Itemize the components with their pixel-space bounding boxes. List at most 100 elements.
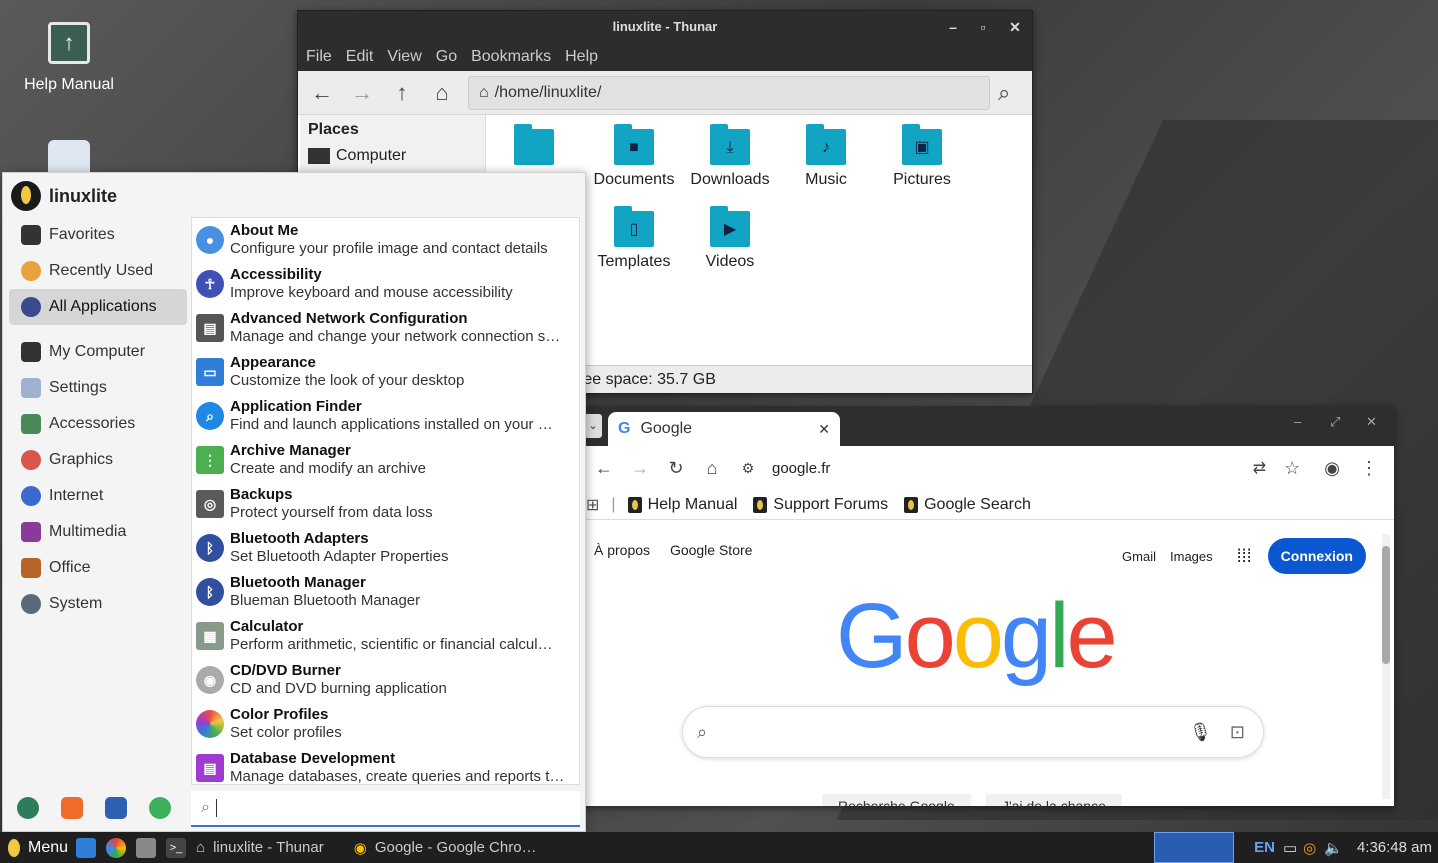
bookmark-support-forums[interactable]: Support Forums <box>753 496 888 514</box>
menu-help[interactable]: Help <box>565 48 598 66</box>
menu-search-input[interactable]: ⌕ <box>191 791 580 827</box>
link-images[interactable]: Images <box>1170 549 1213 564</box>
menu-button[interactable]: Menu <box>0 838 68 857</box>
app-application-finder[interactable]: ⌕ Application Finder Find and launch appli… <box>192 394 579 438</box>
display-icon[interactable]: ▭ <box>1283 839 1297 857</box>
maximize-icon[interactable]: ▫ <box>968 11 998 43</box>
app-appearance[interactable]: ▭ Appearance Customize the look of your de… <box>192 350 579 394</box>
search-icon[interactable]: ⌕ <box>998 80 1010 106</box>
show-desktop-icon[interactable] <box>76 837 97 858</box>
category-my-computer[interactable]: My Computer <box>9 334 187 370</box>
lock-screen-icon[interactable] <box>61 797 83 819</box>
forward-arrow-icon[interactable]: → <box>622 458 658 479</box>
feeling-lucky-button[interactable]: J'ai de la chance <box>986 794 1122 806</box>
folder-documents[interactable]: ■ Documents <box>586 124 682 189</box>
close-icon[interactable]: ✕ <box>1000 11 1030 43</box>
category-internet[interactable]: Internet <box>9 478 187 514</box>
category-all-applications[interactable]: All Applications <box>9 289 187 325</box>
google-apps-icon[interactable]: ⁞⁞⁞ <box>1237 546 1252 567</box>
lens-camera-icon[interactable]: ⊡ <box>1230 722 1245 743</box>
terminal-launcher-icon[interactable]: >_ <box>166 837 187 858</box>
category-multimedia[interactable]: Multimedia <box>9 514 187 550</box>
category-favorites[interactable]: Favorites <box>9 217 187 253</box>
update-icon[interactable]: ◎ <box>1303 839 1316 857</box>
category-office[interactable]: Office <box>9 550 187 586</box>
switch-user-icon[interactable] <box>105 797 127 819</box>
settings-desktop-icon[interactable] <box>48 140 90 174</box>
folder-templates[interactable]: ▯ Templates <box>586 206 682 271</box>
menu-bookmarks[interactable]: Bookmarks <box>471 48 551 66</box>
tab-close-icon[interactable]: ✕ <box>818 421 830 438</box>
app-calculator[interactable]: ▦ Calculator Perform arithmetic, scientifi… <box>192 614 579 658</box>
menu-edit[interactable]: Edit <box>346 48 374 66</box>
up-arrow-icon[interactable]: ↑ <box>384 75 420 111</box>
folder-downloads[interactable]: ⤓ Downloads <box>682 124 778 189</box>
sidebar-item-computer[interactable]: Computer <box>308 147 477 165</box>
scrollbar[interactable] <box>1382 534 1390 799</box>
menu-file[interactable]: File <box>306 48 332 66</box>
app-bluetooth-adapters[interactable]: ᛒ Bluetooth Adapters Set Bluetooth Adapter… <box>192 526 579 570</box>
google-search-button[interactable]: Recherche Google <box>822 794 971 806</box>
category-recently-used[interactable]: Recently Used <box>9 253 187 289</box>
app-accessibility[interactable]: ☥ Accessibility Improve keyboard and mouse… <box>192 262 579 306</box>
home-icon[interactable]: ⌂ <box>694 458 730 479</box>
menu-go[interactable]: Go <box>436 48 457 66</box>
maximize-icon[interactable]: ⤢ <box>1330 414 1340 430</box>
back-arrow-icon[interactable]: ← <box>586 458 622 479</box>
app-advanced-network-configuration[interactable]: ▤ Advanced Network Configuration Manage an… <box>192 306 579 350</box>
more-menu-icon[interactable]: ⋮ <box>1360 458 1378 479</box>
menu-view[interactable]: View <box>387 48 421 66</box>
folder-videos[interactable]: ▶ Videos <box>682 206 778 271</box>
link-google-store[interactable]: Google Store <box>670 542 753 558</box>
bookmark-help-manual[interactable]: Help Manual <box>627 496 737 514</box>
microphone-icon[interactable]: 🎙 <box>1189 722 1212 743</box>
scrollbar-thumb[interactable] <box>1382 546 1390 664</box>
tab-google[interactable]: G Google ✕ <box>608 412 840 446</box>
folder-pictures[interactable]: ▣ Pictures <box>874 124 970 189</box>
apps-grid-icon[interactable]: ⊞ <box>586 495 599 515</box>
close-icon[interactable]: ✕ <box>1366 414 1377 430</box>
link-a-propos[interactable]: À propos <box>594 542 650 558</box>
app-cd-dvd-burner[interactable]: ◉ CD/DVD Burner CD and DVD burning applica… <box>192 658 579 702</box>
back-arrow-icon[interactable]: ← <box>304 75 340 111</box>
location-bar[interactable]: ⌂ /home/linuxlite/ <box>468 75 990 110</box>
clock[interactable]: 4:36:48 am <box>1357 839 1432 856</box>
bookmark-google-search[interactable]: Google Search <box>904 496 1031 514</box>
forward-arrow-icon[interactable]: → <box>344 75 380 111</box>
task-chrome[interactable]: ◉ Google - Google Chro… <box>354 839 537 857</box>
keyboard-layout[interactable]: EN <box>1254 839 1275 856</box>
settings-manager-icon[interactable] <box>17 797 39 819</box>
reload-icon[interactable]: ↻ <box>658 458 694 479</box>
site-info-icon[interactable]: ⚙ <box>730 460 766 477</box>
home-icon[interactable]: ⌂ <box>424 75 460 111</box>
app-bluetooth-manager[interactable]: ᛒ Bluetooth Manager Blueman Bluetooth Mana… <box>192 570 579 614</box>
task-thunar[interactable]: ⌂ linuxlite - Thunar <box>196 839 324 856</box>
category-system[interactable]: System <box>9 586 187 622</box>
minimize-icon[interactable]: – <box>1294 414 1301 429</box>
category-accessories[interactable]: Accessories <box>9 406 187 442</box>
desktop-icon-help-manual[interactable]: ↑ Help Manual <box>14 22 124 94</box>
app-database-development[interactable]: ▤ Database Development Manage databases, c… <box>192 746 579 784</box>
app-about-me[interactable]: ● About Me Configure your profile image an… <box>192 218 579 262</box>
folder-music[interactable]: ♪ Music <box>778 124 874 189</box>
address-bar[interactable]: google.fr <box>772 460 830 477</box>
minimize-icon[interactable]: – <box>938 11 968 43</box>
profile-icon[interactable]: ◉ <box>1324 458 1340 479</box>
google-search-box[interactable]: ⌕ 🎙 ⊡ <box>682 706 1264 758</box>
category-graphics[interactable]: Graphics <box>9 442 187 478</box>
tab-search-dropdown-icon[interactable]: ⌄ <box>584 414 602 438</box>
volume-icon[interactable]: 🔈 <box>1324 839 1343 857</box>
window-titlebar[interactable]: linuxlite - Thunar – ▫ ✕ <box>298 11 1032 43</box>
desktop-folder[interactable] <box>486 124 582 171</box>
category-settings[interactable]: Settings <box>9 370 187 406</box>
file-manager-launcher-icon[interactable] <box>136 837 157 858</box>
link-gmail[interactable]: Gmail <box>1122 549 1156 564</box>
logout-icon[interactable] <box>149 797 171 819</box>
translate-icon[interactable]: ⇄ <box>1253 458 1266 478</box>
app-backups[interactable]: ◎ Backups Protect yourself from data loss <box>192 482 579 526</box>
chrome-launcher-icon[interactable] <box>106 837 127 858</box>
bookmark-star-icon[interactable]: ☆ <box>1284 458 1300 479</box>
signin-button[interactable]: Connexion <box>1267 538 1366 574</box>
app-archive-manager[interactable]: ⋮ Archive Manager Create and modify an arc… <box>192 438 579 482</box>
workspace-switcher[interactable] <box>1154 832 1234 863</box>
